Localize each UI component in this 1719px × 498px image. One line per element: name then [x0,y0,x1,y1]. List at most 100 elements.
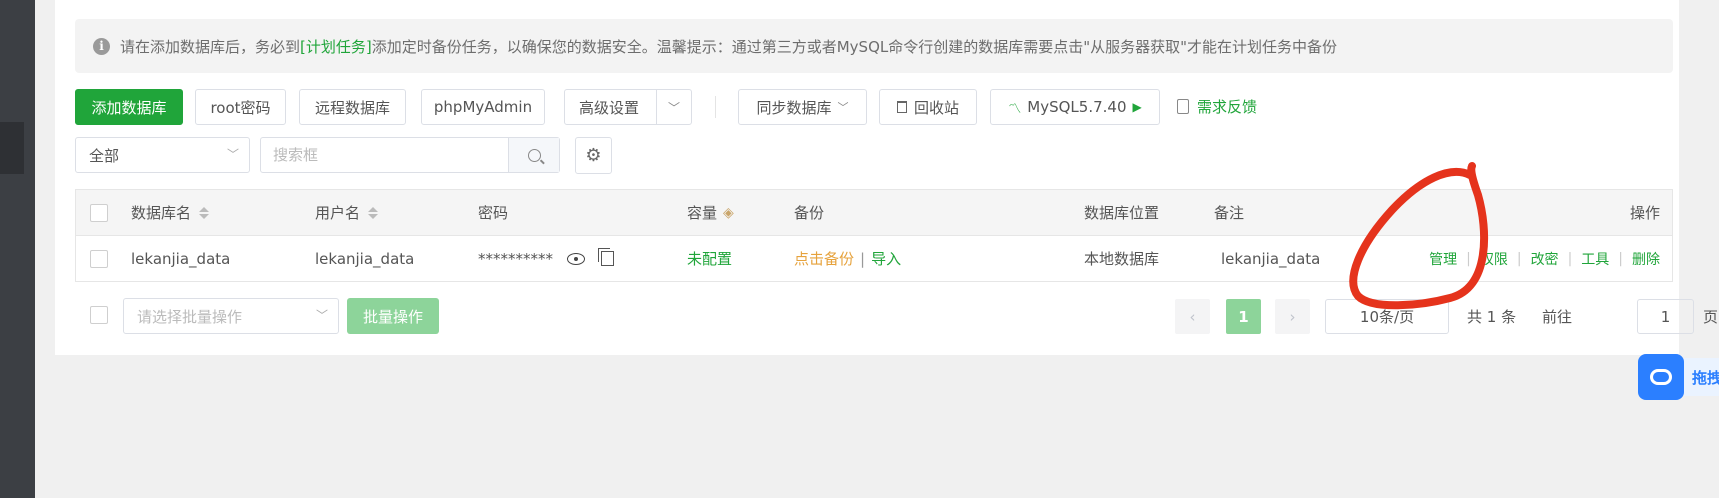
recycle-bin-button[interactable]: 回收站 [879,89,977,125]
chevron-down-icon: ﹀ [226,147,239,162]
sort-icon [368,206,379,219]
toolbar-divider [715,96,716,118]
action-separator: | [1618,250,1623,267]
action-separator: | [1466,250,1471,267]
page-size-select[interactable]: 10条/页 [1325,299,1449,334]
root-password-button[interactable]: root密码 [195,89,286,125]
eye-icon[interactable] [567,252,585,265]
gear-icon: ⚙ [585,145,602,166]
vip-diamond-icon: ◈ [723,204,734,221]
chevron-down-icon[interactable]: ﹀ [656,90,691,124]
cell-db-name: lekanjia_data [131,249,231,268]
header-remark: 备注 [1214,204,1245,222]
backup-now-link[interactable]: 点击备份 [794,248,854,269]
cloud-drive-widget[interactable] [1638,354,1684,400]
notice-bar: i 请在添加数据库后，务必到[计划任务]添加定时备份任务，以确保您的数据安全。温… [75,19,1673,73]
schedule-task-link[interactable]: [计划任务] [300,38,372,56]
password-mask: ********** [478,249,553,268]
feedback-link[interactable]: 需求反馈 [1177,96,1257,117]
chevron-down-icon: ﹀ [837,101,849,114]
prev-page-button[interactable]: ‹ [1175,299,1210,334]
add-database-button[interactable]: 添加数据库 [75,89,183,125]
table-header: 数据库名 用户名 密码 容量 ◈ 备份 数据库位置 备注 操作 [76,190,1672,236]
select-all-checkbox-cell [90,190,108,235]
notice-text-after: 添加定时备份任务，以确保您的数据安全。温馨提示：通过第三方或者MySQL命令行创… [371,37,1338,56]
recycle-bin-label: 回收站 [913,98,959,117]
bulk-select-checkbox[interactable] [90,306,108,324]
category-select[interactable]: 全部 ﹀ [75,137,250,173]
mysql-leaf-icon: 〽 [1008,101,1022,117]
database-panel: i 请在添加数据库后，务必到[计划任务]添加定时备份任务，以确保您的数据安全。温… [55,0,1718,355]
chevron-down-icon: ﹀ [315,308,328,323]
search-input[interactable] [261,138,508,172]
bulk-operation-placeholder: 请选择批量操作 [137,307,243,326]
header-capacity-label: 容量 [687,204,718,222]
play-icon: ▶ [1132,100,1142,114]
header-capacity: 容量 ◈ [687,190,734,235]
mysql-version-button[interactable]: 〽 MySQL5.7.40 ▶ [990,89,1160,125]
advanced-settings-button[interactable]: 高级设置 ﹀ [564,89,692,125]
action-separator: | [1567,250,1573,267]
next-page-button[interactable]: › [1275,299,1310,334]
remote-database-button[interactable]: 远程数据库 [299,89,406,125]
delete-link[interactable]: 删除 [1632,249,1660,269]
cloud-drag-label[interactable]: 拖拽 [1684,358,1719,396]
action-separator: | [1516,250,1522,267]
sync-database-label: 同步数据库 [756,98,832,117]
cell-username: lekanjia_data [315,249,415,268]
search-button[interactable] [508,138,559,172]
row-actions: 管理 | 权限 | 改密 | 工具 | 删除 [1429,236,1660,281]
advanced-settings-label: 高级设置 [579,98,640,117]
select-all-checkbox[interactable] [90,203,108,222]
cell-remark[interactable]: lekanjia_data [1221,236,1320,281]
import-link[interactable]: 导入 [871,248,901,269]
permissions-link[interactable]: 权限 [1480,249,1508,269]
manage-link[interactable]: 管理 [1429,249,1457,269]
header-backup: 备份 [794,204,825,222]
notice-text-before: 请在添加数据库后，务必到 [120,37,301,56]
bulk-operation-select[interactable]: 请选择批量操作 ﹀ [123,298,339,334]
header-password: 密码 [478,204,509,222]
total-count: 共 1 条 [1467,308,1517,326]
page-unit-label: 页 [1703,308,1719,326]
bulk-operation-button[interactable]: 批量操作 [347,298,439,334]
page-1-button[interactable]: 1 [1226,299,1261,334]
category-selected-value: 全部 [89,146,120,165]
cell-password: ********** [478,236,614,281]
notice-text: 请在添加数据库后，务必到[计划任务]添加定时备份任务，以确保您的数据安全。温馨提… [120,36,1337,57]
info-icon: i [93,37,110,55]
row-checkbox-cell [90,236,108,281]
sidebar-active-strip [0,122,24,174]
cell-location: 本地数据库 [1084,250,1160,268]
search-box [260,137,560,173]
phpmyadmin-button[interactable]: phpMyAdmin [421,89,545,125]
header-username[interactable]: 用户名 [315,190,379,235]
header-username-label: 用户名 [315,204,361,222]
header-db-name[interactable]: 数据库名 [131,190,210,235]
tools-link[interactable]: 工具 [1581,249,1609,269]
copy-icon[interactable] [598,248,614,266]
sync-database-button[interactable]: 同步数据库 ﹀ [738,89,867,125]
change-password-link[interactable]: 改密 [1531,249,1559,269]
sort-icon [199,206,210,219]
page-size-value: 10条/页 [1359,308,1415,326]
left-sidebar-rail [0,0,35,498]
header-actions: 操作 [1629,204,1660,222]
header-db-name-label: 数据库名 [131,204,192,222]
goto-page-input[interactable]: 1 [1637,299,1694,334]
backup-separator: | [860,249,866,268]
mysql-version-label: MySQL5.7.40 [1027,98,1127,116]
trash-icon [896,101,907,113]
database-table: 数据库名 用户名 密码 容量 ◈ 备份 数据库位置 备注 操作 lekanjia… [75,189,1673,282]
header-location: 数据库位置 [1084,204,1160,222]
search-icon [527,148,541,162]
capacity-not-configured-link[interactable]: 未配置 [687,236,732,281]
goto-label: 前往 [1542,308,1573,326]
row-checkbox[interactable] [90,249,108,268]
settings-button[interactable]: ⚙ [575,137,612,174]
table-row: lekanjia_data lekanjia_data ********** 未… [76,236,1672,281]
document-icon [1177,99,1189,114]
cell-backup: 点击备份 | 导入 [794,236,901,281]
cloud-icon [1650,369,1672,385]
feedback-label: 需求反馈 [1197,98,1258,116]
